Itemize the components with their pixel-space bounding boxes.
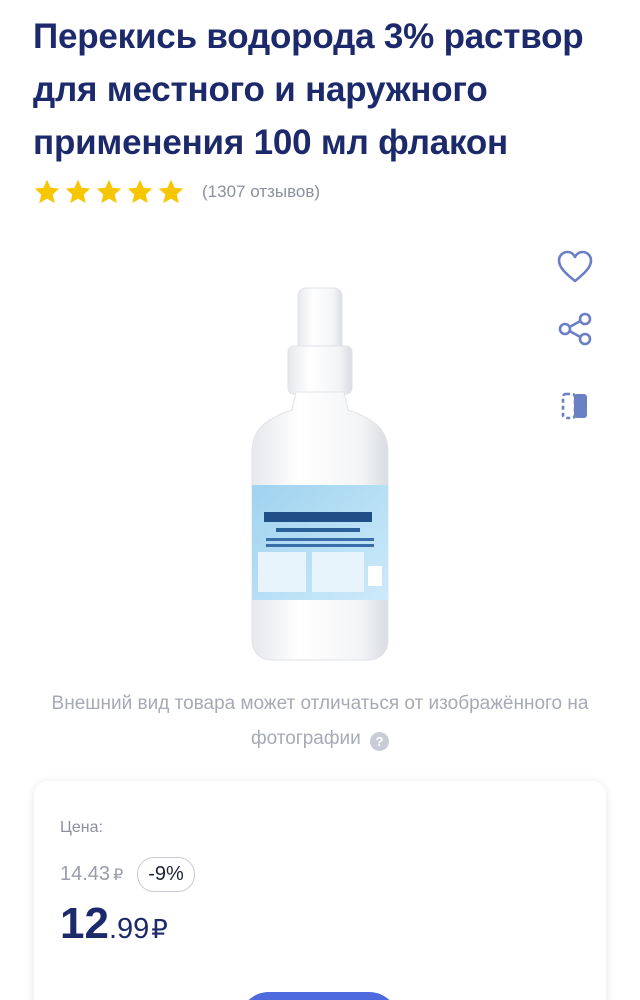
star-icon [96,179,122,204]
product-title: Перекись водорода 3% раствор для местног… [33,17,584,162]
star-icon [34,179,60,204]
rating-stars [33,178,185,206]
product-image [251,287,389,661]
reviews-link[interactable]: (1307 отзывов) [202,182,320,202]
favorite-button[interactable] [552,244,598,290]
heart-icon [557,250,593,283]
product-actions [552,244,598,420]
rating[interactable]: (1307 отзывов) [33,178,320,206]
price-label: Цена: [60,819,103,836]
old-price: 14.43 [60,863,111,885]
buy-button[interactable] [239,992,399,1000]
star-icon [65,179,91,204]
compare-icon [561,392,587,420]
disclaimer: Внешний вид товара может отличаться от и… [20,686,620,756]
price-integer: 12 [60,899,109,948]
disclaimer-text: Внешний вид товара может отличаться от и… [51,693,589,749]
star-icon [127,179,153,204]
question-icon[interactable]: ? [370,732,390,751]
compare-button[interactable] [552,383,598,429]
star-icon [158,179,184,204]
share-icon [558,312,592,346]
discount-badge: -9% [137,857,195,892]
price-card: Цена: 14.43 ₽ -9% 12 .99 ₽ [34,781,606,1000]
price-currency: ₽ [151,914,168,944]
old-price-currency: ₽ [113,866,124,884]
old-price-row: 14.43 ₽ -9% [60,857,195,892]
price-fraction: .99 [108,913,150,945]
current-price: 12 .99 ₽ [60,899,168,949]
share-button[interactable] [552,306,598,352]
